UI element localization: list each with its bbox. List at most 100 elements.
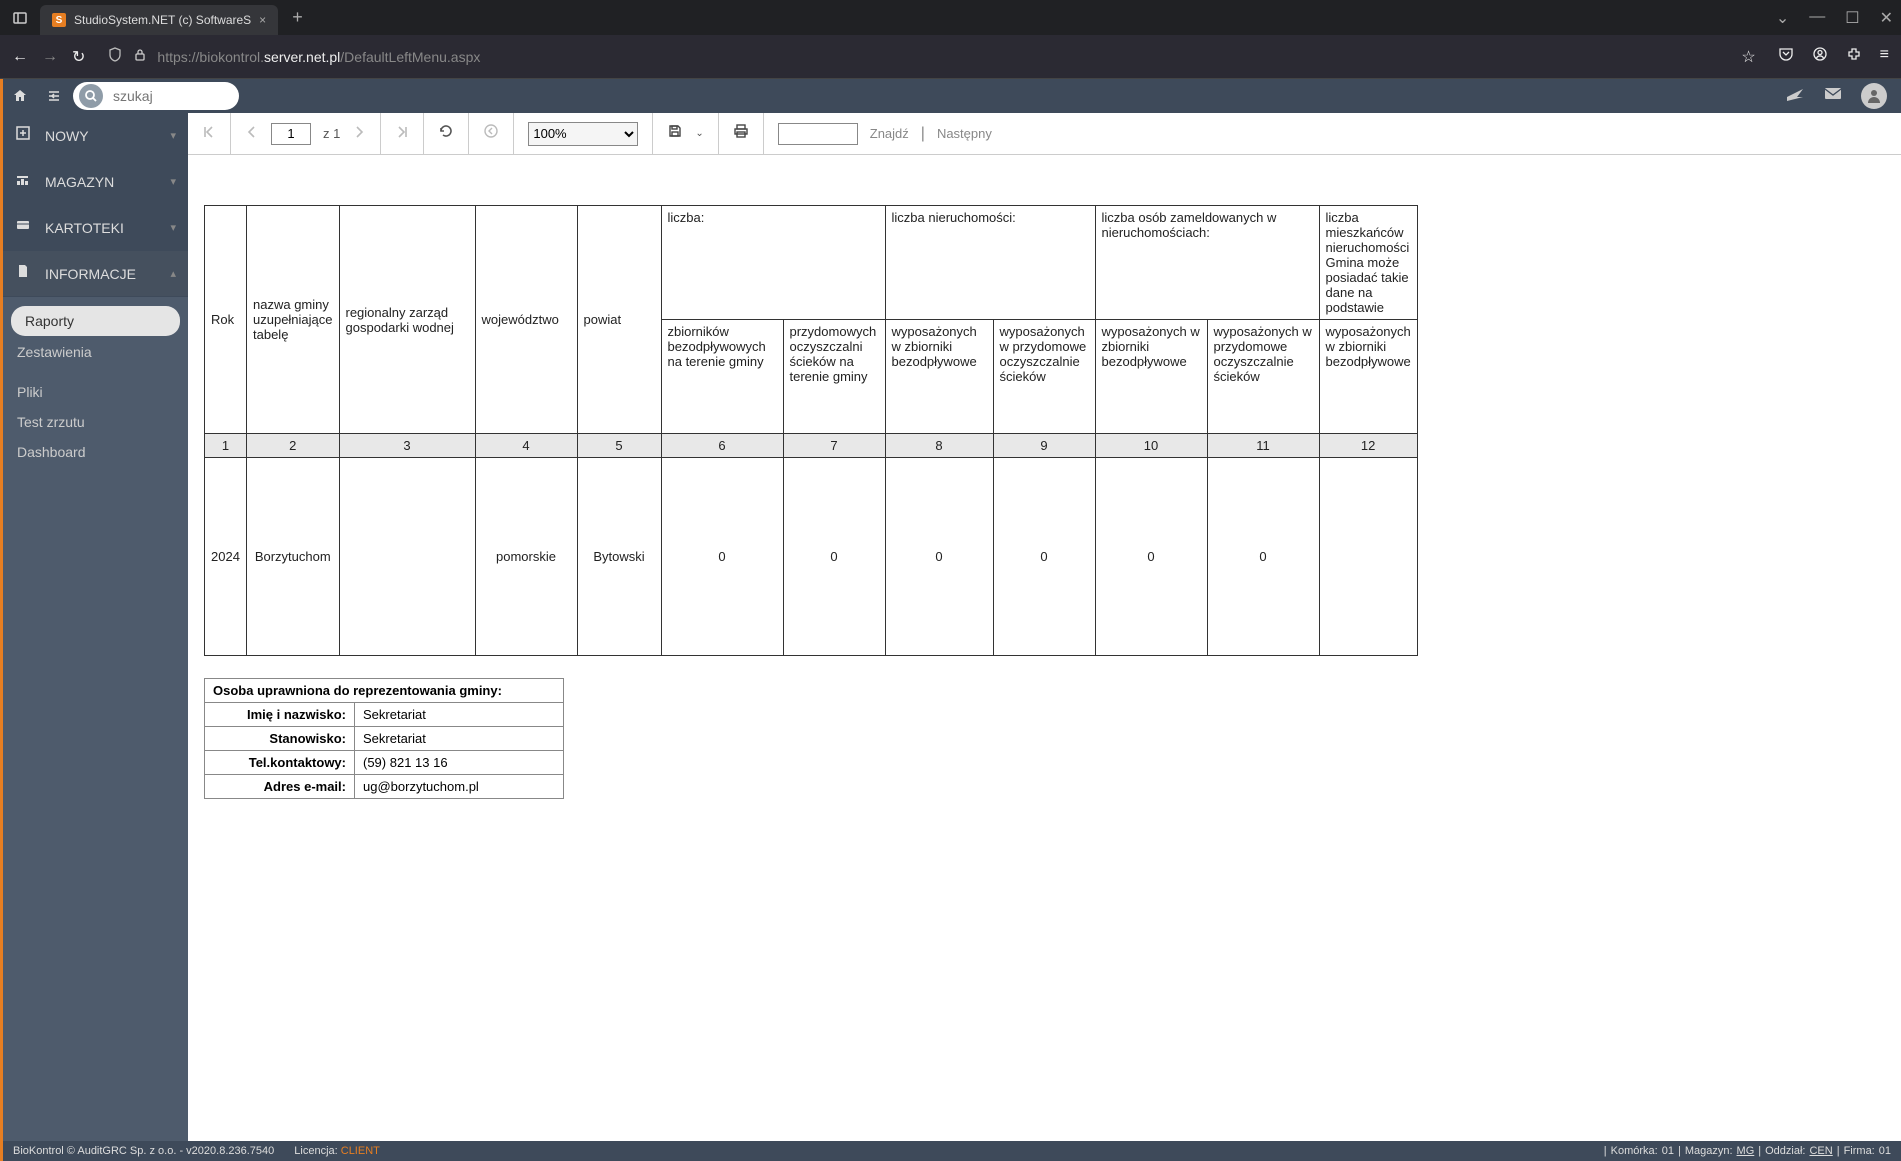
report-toolbar: z 1: [188, 113, 1901, 155]
zoom-select[interactable]: 100%: [528, 122, 638, 146]
document-icon: [15, 263, 37, 284]
contact-table: Osoba uprawniona do reprezentowania gmin…: [204, 678, 564, 799]
group-header: liczba:: [661, 206, 885, 320]
group-header: liczba mieszkańców nieruchomości Gmina m…: [1319, 206, 1417, 320]
extensions-icon[interactable]: [1846, 46, 1862, 67]
sidebar-item-kartoteki[interactable]: KARTOTEKI ▾: [3, 205, 188, 251]
sidebar: NOWY ▾ MAGAZYN ▾ KARTOTEKI ▾: [0, 113, 188, 1141]
close-icon[interactable]: ×: [259, 13, 266, 27]
panel-icon[interactable]: [8, 6, 32, 30]
back-button[interactable]: ←: [12, 48, 28, 66]
page-of-label: z 1: [323, 126, 340, 141]
col-header: nazwa gminy uzupełniające tabelę: [247, 206, 340, 434]
minimize-icon[interactable]: ―: [1809, 8, 1825, 28]
number-row: 123 456 789 101112: [205, 434, 1418, 458]
content: z 1: [188, 113, 1901, 1141]
chevron-down-icon: ▾: [170, 129, 176, 142]
window-close-icon[interactable]: ✕: [1880, 8, 1893, 28]
report-table: Rok nazwa gminy uzupełniające tabelę reg…: [204, 205, 1418, 656]
plane-icon[interactable]: [1785, 83, 1805, 109]
print-icon[interactable]: [733, 123, 749, 144]
refresh-icon[interactable]: [438, 123, 454, 144]
last-page-icon: [395, 123, 409, 144]
app-header: [0, 79, 1901, 113]
submenu-zestawienia[interactable]: Zestawienia: [3, 337, 188, 367]
menu-icon[interactable]: ≡: [1880, 46, 1889, 67]
browser-tab[interactable]: S StudioSystem.NET (c) SoftwareS ×: [40, 5, 278, 35]
col-header: wyposażonych w zbiorniki bezodpływowe: [1095, 320, 1207, 434]
url-text: https://biokontrol.server.net.pl/Default…: [157, 49, 480, 65]
maximize-icon[interactable]: ☐: [1845, 8, 1859, 28]
lock-icon[interactable]: [133, 48, 147, 65]
submenu-test-zrzutu[interactable]: Test zrzutu: [3, 407, 188, 437]
cards-icon: [15, 217, 37, 238]
sidebar-item-magazyn[interactable]: MAGAZYN ▾: [3, 159, 188, 205]
sidebar-item-informacje[interactable]: INFORMACJE ▴: [3, 251, 188, 297]
col-header: wyposażonych w zbiorniki bezodpływowe: [1319, 320, 1417, 434]
user-avatar-icon[interactable]: [1861, 83, 1887, 109]
col-header: Rok: [205, 206, 247, 434]
sidebar-item-label: KARTOTEKI: [45, 220, 124, 236]
group-header: liczba osób zameldowanych w nieruchomośc…: [1095, 206, 1319, 320]
submenu-pliki[interactable]: Pliki: [3, 377, 188, 407]
chevron-up-icon: ▴: [170, 267, 176, 280]
url-bar[interactable]: https://biokontrol.server.net.pl/Default…: [99, 41, 1763, 73]
shield-icon[interactable]: [107, 47, 123, 66]
submenu-raporty[interactable]: Raporty: [11, 306, 180, 336]
warehouse-icon: [15, 171, 37, 192]
col-header: powiat: [577, 206, 661, 434]
back-arrow-icon: [483, 123, 499, 144]
search-icon: [79, 84, 103, 108]
forward-button: →: [42, 48, 58, 66]
status-bar: BioKontrol © AuditGRC Sp. z o.o. - v2020…: [0, 1141, 1901, 1161]
chevron-down-icon[interactable]: ⌄: [1776, 8, 1789, 28]
tab-title: StudioSystem.NET (c) SoftwareS: [74, 13, 251, 27]
chevron-down-icon: ▾: [170, 175, 176, 188]
group-header: liczba nieruchomości:: [885, 206, 1095, 320]
bookmark-icon[interactable]: ☆: [1741, 47, 1755, 67]
col-header: województwo: [475, 206, 577, 434]
browser-toolbar: ← → ↻ https://biokontrol.server.net.pl/D…: [0, 35, 1901, 79]
search-pill[interactable]: [73, 82, 239, 110]
contact-header: Osoba uprawniona do reprezentowania gmin…: [205, 679, 564, 703]
pocket-icon[interactable]: [1778, 46, 1794, 67]
save-icon[interactable]: [667, 123, 683, 144]
sidebar-item-nowy[interactable]: NOWY ▾: [3, 113, 188, 159]
footer-magazyn-link[interactable]: MG: [1737, 1145, 1755, 1157]
window-controls: ⌄ ― ☐ ✕: [1776, 8, 1893, 28]
find-input[interactable]: [778, 123, 858, 145]
home-icon[interactable]: [3, 79, 37, 113]
table-row: 2024 Borzytuchom pomorskie Bytowski 0 0 …: [205, 458, 1418, 656]
col-header: wyposażonych w przydomowe oczyszczalnie …: [1207, 320, 1319, 434]
footer-copyright: BioKontrol © AuditGRC Sp. z o.o. - v2020…: [13, 1145, 274, 1157]
sidebar-item-label: NOWY: [45, 128, 89, 144]
mail-icon[interactable]: [1823, 83, 1843, 109]
new-tab-button[interactable]: +: [292, 7, 303, 28]
find-button[interactable]: Znajdź: [870, 126, 909, 141]
plus-square-icon: [15, 125, 37, 146]
reload-button[interactable]: ↻: [72, 47, 85, 67]
app: NOWY ▾ MAGAZYN ▾ KARTOTEKI ▾: [0, 79, 1901, 1161]
sidebar-item-label: INFORMACJE: [45, 266, 136, 282]
tab-favicon: S: [52, 13, 66, 27]
submenu-dashboard[interactable]: Dashboard: [3, 437, 188, 467]
chevron-down-icon[interactable]: ⌄: [695, 128, 703, 139]
col-header: wyposażonych w przydomowe oczyszczalnie …: [993, 320, 1095, 434]
next-page-icon: [352, 123, 366, 144]
find-next-button[interactable]: Następny: [937, 126, 992, 141]
prev-page-icon: [245, 123, 259, 144]
page-input[interactable]: [271, 123, 311, 145]
browser-titlebar: S StudioSystem.NET (c) SoftwareS × + ⌄ ―…: [0, 0, 1901, 35]
collapse-icon[interactable]: [37, 79, 71, 113]
col-header: przydomowych oczyszczalni ścieków na ter…: [783, 320, 885, 434]
account-icon[interactable]: [1812, 46, 1828, 67]
col-header: wyposażonych w zbiorniki bezodpływowe: [885, 320, 993, 434]
report-area[interactable]: Rok nazwa gminy uzupełniające tabelę reg…: [188, 155, 1901, 1141]
col-header: regionalny zarząd gospodarki wodnej: [339, 206, 475, 434]
sidebar-item-label: MAGAZYN: [45, 174, 114, 190]
search-input[interactable]: [103, 88, 233, 104]
first-page-icon: [202, 123, 216, 144]
chevron-down-icon: ▾: [170, 221, 176, 234]
footer-oddzial-link[interactable]: CEN: [1809, 1145, 1832, 1157]
col-header: zbiorników bezodpływowych na terenie gmi…: [661, 320, 783, 434]
